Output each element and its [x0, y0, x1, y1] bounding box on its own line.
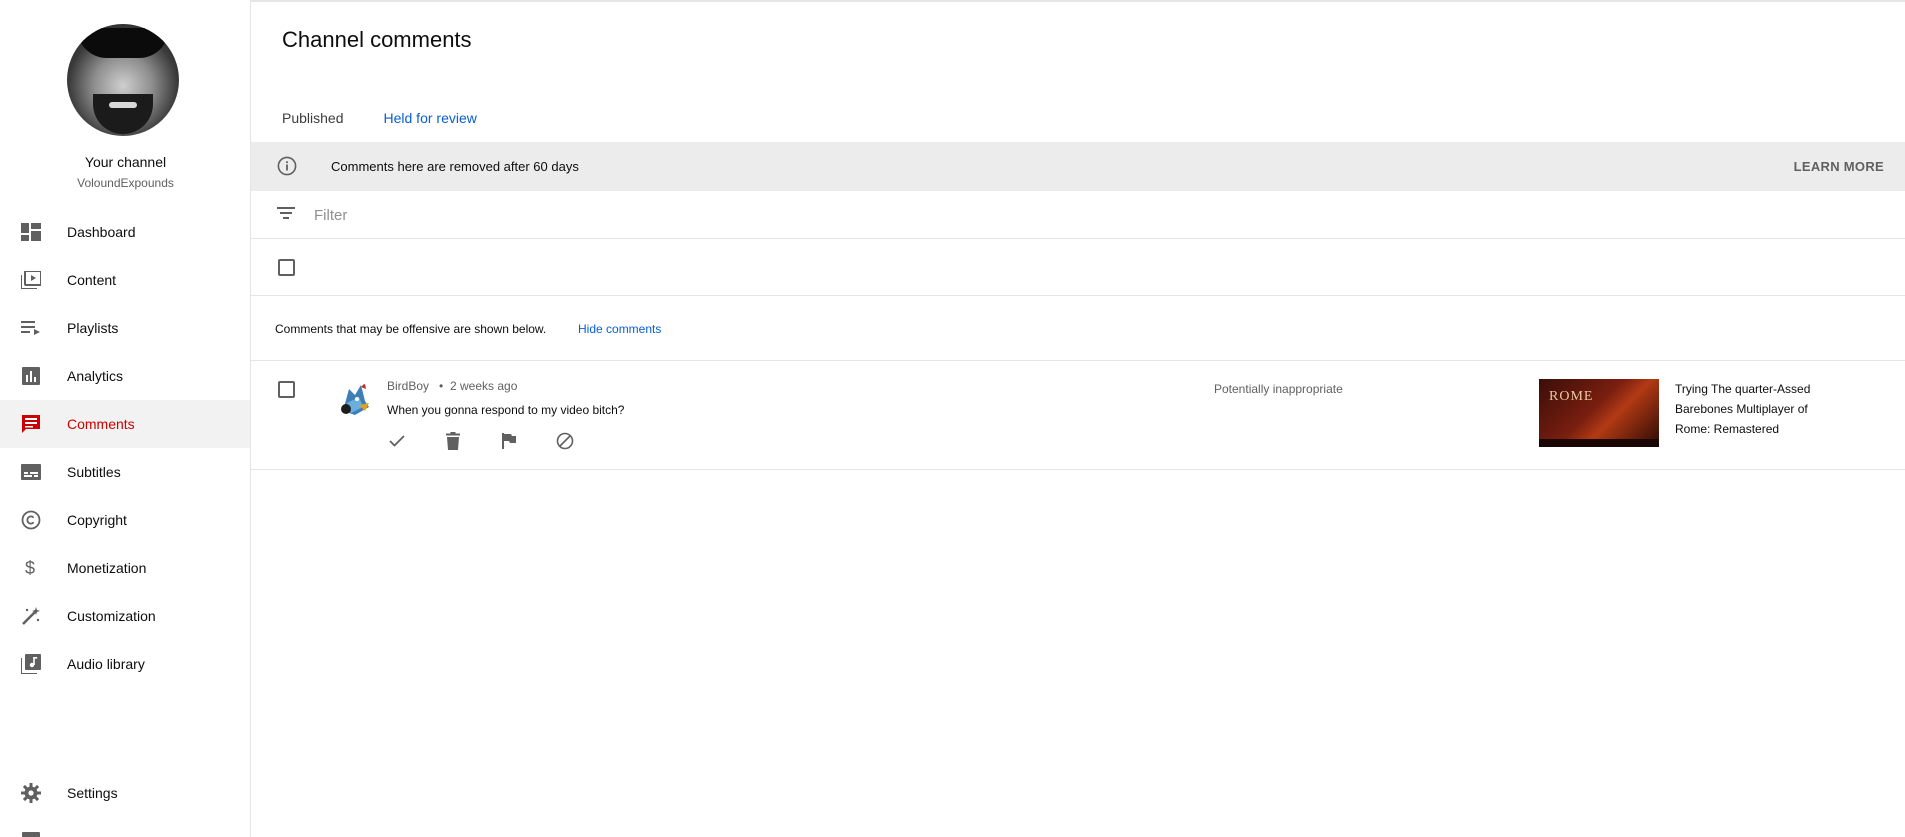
sidebar-item-copyright[interactable]: Copyright — [0, 496, 250, 544]
comment-status: Potentially inappropriate — [1214, 382, 1343, 396]
analytics-icon — [20, 366, 42, 386]
dashboard-icon — [20, 222, 42, 242]
sidebar-item-content[interactable]: Content — [0, 256, 250, 304]
sidebar-item-label: Comments — [67, 416, 135, 432]
sidebar-item-send-feedback[interactable] — [0, 817, 250, 837]
block-icon — [556, 432, 574, 450]
sidebar-item-label: Copyright — [67, 512, 127, 528]
feedback-icon — [20, 831, 42, 837]
sidebar-item-label: Dashboard — [67, 224, 136, 240]
select-all-checkbox[interactable] — [278, 259, 295, 276]
subtitles-icon — [20, 462, 42, 482]
playlists-icon — [20, 318, 42, 338]
tab-held-for-review[interactable]: Held for review — [383, 104, 478, 151]
flag-icon — [502, 433, 516, 449]
audio-library-icon — [20, 654, 42, 674]
offensive-notice-row: Comments that may be offensive are shown… — [251, 296, 1905, 361]
sidebar: Your channel VoloundExpounds Dashboard C… — [0, 0, 251, 837]
report-button[interactable] — [499, 431, 519, 451]
tab-published[interactable]: Published — [282, 104, 344, 142]
sidebar-item-subtitles[interactable]: Subtitles — [0, 448, 250, 496]
sidebar-item-settings[interactable]: Settings — [0, 769, 250, 817]
sidebar-item-label: Settings — [67, 785, 118, 801]
hide-user-button[interactable] — [555, 431, 575, 451]
comment-actions — [387, 431, 611, 451]
avatar-sunglasses — [77, 28, 169, 58]
select-all-row — [251, 239, 1905, 296]
sidebar-item-label: Audio library — [67, 656, 145, 672]
sidebar-nav: Dashboard Content Playlists Analytics Co… — [0, 208, 250, 688]
filter-icon[interactable] — [277, 206, 295, 225]
comment-separator: • — [439, 379, 444, 393]
comment-author[interactable]: BirdBoy — [387, 379, 429, 393]
hide-comments-link[interactable]: Hide comments — [578, 322, 661, 336]
thumbnail-text: ROME — [1549, 389, 1594, 404]
sidebar-item-audio-library[interactable]: Audio library — [0, 640, 250, 688]
video-thumbnail[interactable]: ROME — [1539, 379, 1659, 447]
info-icon — [277, 156, 297, 181]
comment-checkbox[interactable] — [278, 381, 295, 398]
main-content: Channel comments Published Held for revi… — [251, 0, 1905, 837]
delete-button[interactable] — [443, 431, 463, 451]
banner-text: Comments here are removed after 60 days — [331, 159, 579, 174]
comments-icon — [20, 414, 42, 434]
tab-bar: Published Held for review — [282, 104, 517, 151]
gear-icon — [20, 783, 42, 803]
sidebar-item-customization[interactable]: Customization — [0, 592, 250, 640]
info-banner: Comments here are removed after 60 days … — [251, 142, 1905, 191]
trash-icon — [446, 432, 460, 450]
comment-row: BirdBoy • 2 weeks ago When you gonna res… — [251, 361, 1905, 470]
content-icon — [20, 270, 42, 290]
check-icon — [389, 435, 405, 447]
comment-text: When you gonna respond to my video bitch… — [387, 403, 625, 417]
channel-title: Your channel — [84, 154, 167, 170]
commenter-avatar[interactable] — [335, 381, 373, 419]
sidebar-item-comments[interactable]: Comments — [0, 400, 250, 448]
channel-handle: VoloundExpounds — [77, 176, 174, 190]
sidebar-item-label: Analytics — [67, 368, 124, 384]
sidebar-item-playlists[interactable]: Playlists — [0, 304, 250, 352]
sidebar-item-label: Subtitles — [67, 464, 121, 480]
customization-icon — [20, 606, 42, 626]
sidebar-item-monetization[interactable]: $ Monetization — [0, 544, 250, 592]
approve-button[interactable] — [387, 431, 407, 451]
sidebar-item-analytics[interactable]: Analytics — [0, 352, 250, 400]
learn-more-button[interactable]: LEARN MORE — [1794, 159, 1884, 174]
filter-bar — [251, 191, 1905, 239]
comment-time[interactable]: 2 weeks ago — [450, 379, 517, 393]
sidebar-item-label: Playlists — [67, 320, 119, 336]
svg-text:$: $ — [25, 558, 35, 578]
channel-avatar[interactable] — [67, 24, 179, 136]
copyright-icon — [20, 510, 42, 530]
sidebar-item-dashboard[interactable]: Dashboard — [0, 208, 250, 256]
video-title[interactable]: Trying The quarter-Assed Barebones Multi… — [1675, 379, 1835, 439]
monetization-icon: $ — [20, 558, 42, 578]
page-title: Channel comments — [282, 27, 472, 52]
sidebar-item-label: Customization — [67, 608, 156, 624]
sidebar-item-label: Content — [67, 272, 117, 288]
avatar-beard — [93, 94, 153, 134]
offensive-notice-text: Comments that may be offensive are shown… — [275, 322, 547, 336]
sidebar-item-label: Monetization — [67, 560, 147, 576]
thumbnail-bar — [1539, 439, 1659, 447]
avatar-mouth — [109, 102, 137, 108]
filter-input[interactable] — [314, 201, 914, 229]
